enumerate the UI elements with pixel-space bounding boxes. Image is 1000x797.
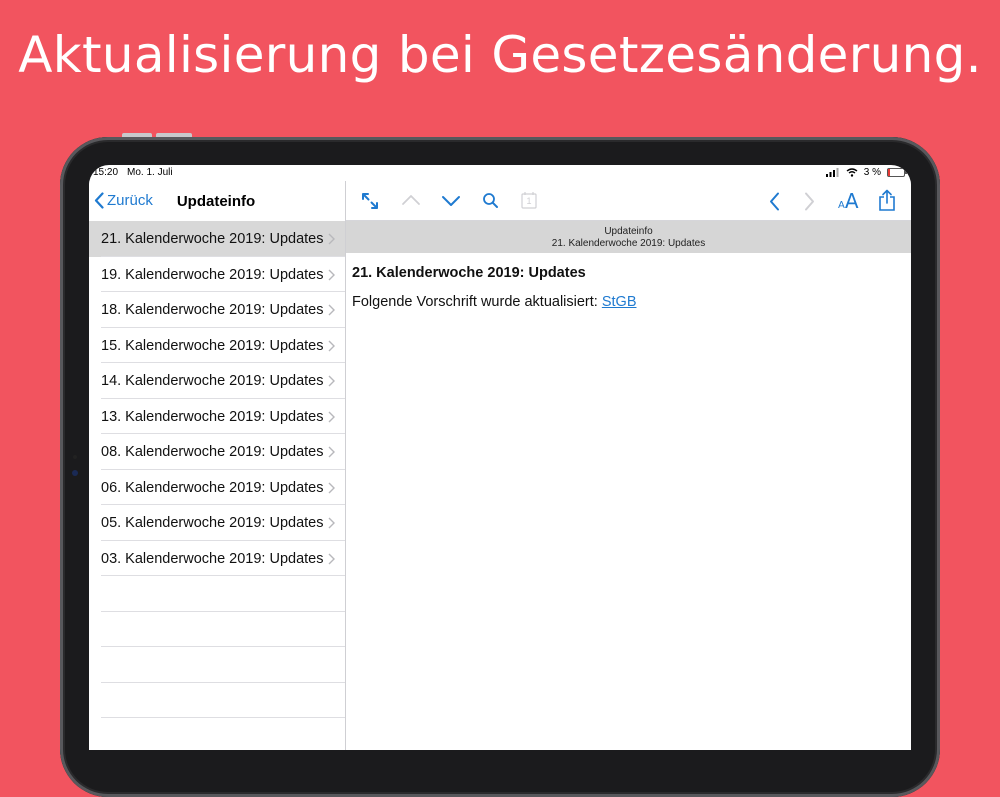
detail-pane: 1 AA Updateinfo 21. Kalenderwoche 2019: …	[346, 181, 911, 750]
document-title: 21. Kalenderwoche 2019: Updates	[352, 265, 586, 281]
list-item-label: 03. Kalenderwoche 2019: Updates	[101, 550, 324, 567]
list-item-label: 15. Kalenderwoche 2019: Updates	[101, 337, 324, 354]
document-content: 21. Kalenderwoche 2019: Updates Folgende…	[352, 265, 902, 310]
list-item[interactable]: 21. Kalenderwoche 2019: Updates	[89, 221, 345, 257]
sidebar: Zurück Updateinfo 21. Kalenderwoche 2019…	[89, 181, 346, 750]
chevron-right-icon	[328, 233, 335, 245]
battery-icon	[887, 168, 907, 177]
list-item-label: 08. Kalenderwoche 2019: Updates	[101, 444, 324, 460]
stgb-link[interactable]: StGB	[602, 294, 637, 310]
camera-dot	[72, 470, 78, 476]
list-item[interactable]: 14. Kalenderwoche 2019: Updates	[89, 363, 345, 399]
status-bar: 15:20 Mo. 1. Juli 3 %	[89, 165, 911, 181]
detail-toolbar: 1 AA	[346, 181, 911, 221]
signal-icon	[825, 168, 839, 177]
font-size-button[interactable]: AA	[838, 189, 859, 213]
chevron-right-icon	[328, 304, 335, 316]
document-header: Updateinfo 21. Kalenderwoche 2019: Updat…	[346, 221, 911, 253]
chevron-right-icon	[328, 446, 335, 458]
document-body: Folgende Vorschrift wurde aktualisiert: …	[352, 294, 902, 310]
empty-row	[89, 647, 345, 683]
chevron-right-icon	[328, 269, 335, 280]
list-item[interactable]: 08. Kalenderwoche 2019: Updates	[89, 434, 345, 470]
wifi-icon	[846, 168, 858, 177]
list-item[interactable]: 03. Kalenderwoche 2019: Updates	[89, 540, 345, 576]
list-item-label: 19. Kalenderwoche 2019: Updates	[101, 266, 324, 283]
document-header-title: Updateinfo	[604, 226, 653, 237]
list-item-label: 14. Kalenderwoche 2019: Updates	[101, 373, 324, 389]
list-item[interactable]: 06. Kalenderwoche 2019: Updates	[89, 469, 345, 505]
list-item-label: 21. Kalenderwoche 2019: Updates	[101, 231, 324, 247]
ipad-screen: 15:20 Mo. 1. Juli 3 % Zurück Updateinfo …	[89, 165, 911, 750]
battery-percent: 3 %	[863, 167, 881, 178]
font-size-big-label: A	[844, 189, 859, 213]
expand-icon[interactable]	[361, 192, 379, 210]
update-list: 21. Kalenderwoche 2019: Updates 19. Kale…	[89, 221, 345, 718]
sidebar-title-text: Updateinfo	[176, 193, 256, 210]
document-header-subtitle: 21. Kalenderwoche 2019: Updates	[551, 238, 706, 249]
status-date: Mo. 1. Juli	[127, 167, 173, 178]
chevron-right-icon	[328, 340, 335, 351]
sidebar-title: Updateinfo	[89, 193, 345, 210]
list-item-label: 06. Kalenderwoche 2019: Updates	[101, 479, 324, 496]
chevron-right-icon	[328, 375, 335, 387]
list-item-label: 18. Kalenderwoche 2019: Updates	[101, 302, 324, 318]
sidebar-navbar: Zurück Updateinfo	[89, 181, 345, 221]
sensor-dot	[73, 455, 77, 459]
chevron-right-icon	[328, 411, 335, 422]
chevron-down-icon[interactable]	[441, 195, 461, 207]
list-item[interactable]: 13. Kalenderwoche 2019: Updates	[89, 398, 345, 434]
list-item[interactable]: 18. Kalenderwoche 2019: Updates	[89, 292, 345, 328]
calendar-icon[interactable]: 1	[521, 191, 537, 209]
list-item-label: 13. Kalenderwoche 2019: Updates	[101, 408, 324, 425]
document-body-text: Folgende Vorschrift wurde aktualisiert:	[352, 294, 602, 310]
chevron-right-icon	[328, 482, 335, 493]
search-icon[interactable]	[482, 192, 499, 209]
chevron-right-icon	[328, 553, 335, 564]
status-indicators: 3 %	[825, 167, 907, 178]
list-item[interactable]: 05. Kalenderwoche 2019: Updates	[89, 505, 345, 541]
calendar-day: 1	[526, 196, 532, 206]
empty-row	[89, 683, 345, 718]
share-icon[interactable]	[878, 189, 896, 211]
power-button	[156, 133, 192, 137]
chevron-right-icon	[328, 517, 335, 529]
list-item[interactable]: 19. Kalenderwoche 2019: Updates	[89, 256, 345, 292]
row-divider	[101, 717, 345, 718]
empty-row	[89, 576, 345, 612]
forward-icon[interactable]	[804, 192, 815, 211]
status-time: 15:20	[93, 167, 119, 178]
back-icon[interactable]	[769, 192, 780, 211]
chevron-up-icon[interactable]	[401, 194, 421, 206]
volume-button	[122, 133, 152, 137]
headline: Aktualisierung bei Gesetzesänderung.	[18, 26, 982, 84]
empty-row	[89, 612, 345, 647]
list-item-label: 05. Kalenderwoche 2019: Updates	[101, 515, 324, 531]
font-size-small-label: A	[838, 200, 845, 211]
list-item[interactable]: 15. Kalenderwoche 2019: Updates	[89, 327, 345, 363]
